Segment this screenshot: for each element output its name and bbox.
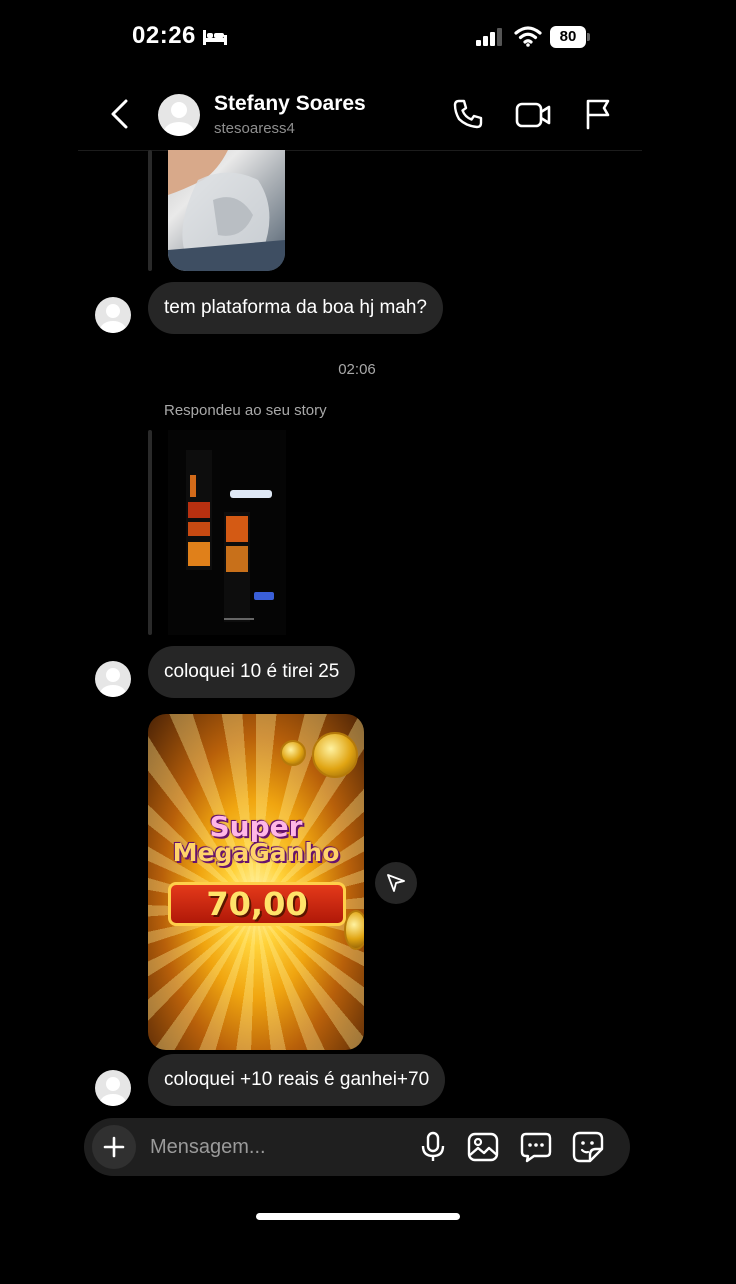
flag-icon[interactable] xyxy=(584,98,612,130)
wifi-icon xyxy=(514,26,542,47)
sender-avatar[interactable] xyxy=(95,1070,131,1106)
microphone-icon[interactable] xyxy=(420,1131,446,1163)
avatar-placeholder-icon xyxy=(100,1077,126,1106)
reply-thread-line xyxy=(148,430,152,635)
win-amount: 70,00 xyxy=(206,885,308,923)
share-button[interactable] xyxy=(375,862,417,904)
message-photo[interactable] xyxy=(168,150,285,271)
message-bubble[interactable]: coloquei 10 é tirei 25 xyxy=(148,646,356,698)
game-title-line2: MegaGanho xyxy=(172,838,340,867)
video-camera-icon[interactable] xyxy=(515,100,551,130)
bed-icon xyxy=(203,30,227,45)
message-game-image[interactable]: Super MegaGanho 70,00 xyxy=(148,714,364,1050)
chat-bubble-icon[interactable] xyxy=(520,1131,552,1163)
message-timestamp: 02:06 xyxy=(338,361,376,378)
sender-avatar[interactable] xyxy=(95,297,131,333)
coin-icon xyxy=(344,910,364,950)
contact-name[interactable]: Stefany Soares xyxy=(214,92,366,116)
story-reply-label: Respondeu ao seu story xyxy=(164,402,327,419)
message-bubble[interactable]: coloquei +10 reais é ganhei+70 xyxy=(148,1054,446,1106)
message-composer: Mensagem... xyxy=(84,1118,630,1176)
home-indicator[interactable] xyxy=(256,1213,460,1220)
back-chevron-icon[interactable] xyxy=(108,98,132,130)
header-divider xyxy=(78,150,642,151)
coin-icon xyxy=(312,732,358,778)
contact-avatar[interactable] xyxy=(158,94,200,136)
avatar-placeholder-icon xyxy=(164,102,194,136)
sender-avatar[interactable] xyxy=(95,661,131,697)
add-attachment-button[interactable] xyxy=(92,1125,136,1169)
sticker-icon[interactable] xyxy=(572,1131,604,1163)
reply-thread-line xyxy=(148,150,152,271)
battery-level: 80 xyxy=(550,26,586,48)
message-input[interactable]: Mensagem... xyxy=(150,1118,266,1176)
story-thumbnail[interactable] xyxy=(168,430,286,635)
avatar-placeholder-icon xyxy=(100,304,126,333)
plus-icon xyxy=(103,1136,125,1158)
battery-icon: 80 xyxy=(550,26,590,48)
message-bubble[interactable]: tem plataforma da boa hj mah? xyxy=(148,282,443,334)
contact-username[interactable]: stesoaress4 xyxy=(214,120,295,137)
phone-icon[interactable] xyxy=(452,98,484,130)
send-arrow-icon xyxy=(387,874,405,892)
status-time: 02:26 xyxy=(132,22,196,49)
coin-icon xyxy=(280,740,306,766)
avatar-placeholder-icon xyxy=(100,668,126,697)
photo-content xyxy=(168,150,285,271)
signal-icon xyxy=(476,28,502,46)
gallery-icon[interactable] xyxy=(467,1131,499,1163)
story-preview-graphic xyxy=(186,450,274,622)
